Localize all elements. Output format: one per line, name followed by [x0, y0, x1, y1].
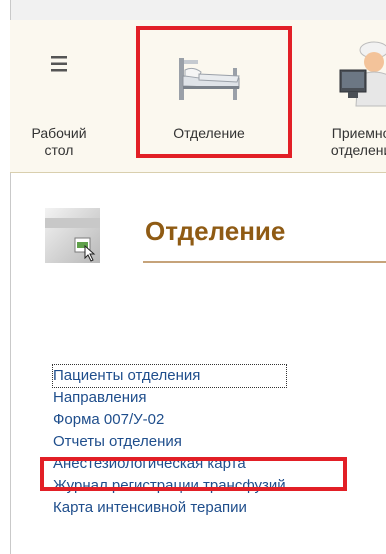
link-referrals[interactable]: Направления	[53, 387, 286, 409]
hamburger-menu-icon	[51, 56, 67, 72]
link-transfusion-journal[interactable]: Журнал регистрации трансфузий	[53, 475, 286, 497]
section-label: Приемное отделение	[330, 125, 386, 158]
section-department[interactable]: Отделение	[150, 30, 268, 172]
navigation-list: Пациенты отделения Направления Форма 007…	[52, 364, 287, 519]
link-form-007[interactable]: Форма 007/У-02	[53, 409, 286, 431]
section-label: Отделение	[173, 125, 245, 141]
app-window: Рабочий стол Отделение Приемн отделен От…	[0, 0, 386, 554]
doctor-at-computer-icon	[339, 41, 386, 107]
link-intensive-therapy-card[interactable]: Карта интенсивной терапии	[53, 497, 286, 519]
form-window-icon	[45, 208, 100, 263]
section-label: Рабочий стол	[31, 125, 87, 158]
window-top-strip	[0, 0, 386, 21]
section-desktop[interactable]: Рабочий стол	[0, 30, 118, 172]
link-anesthesia-card[interactable]: Анестезиологическая карта	[53, 453, 286, 475]
form-title: Отделение	[145, 216, 286, 246]
section-reception[interactable]: Приемное отделение	[306, 30, 386, 172]
title-underline	[143, 261, 386, 263]
link-department-reports[interactable]: Отчеты отделения	[53, 431, 286, 453]
hospital-bed-icon	[179, 58, 240, 100]
sections-panel: Рабочий стол Отделение Приемн отделен	[10, 20, 386, 173]
link-department-patients[interactable]: Пациенты отделения	[52, 364, 287, 388]
form-content: Отделение Пациенты отделения Направления…	[11, 173, 386, 554]
